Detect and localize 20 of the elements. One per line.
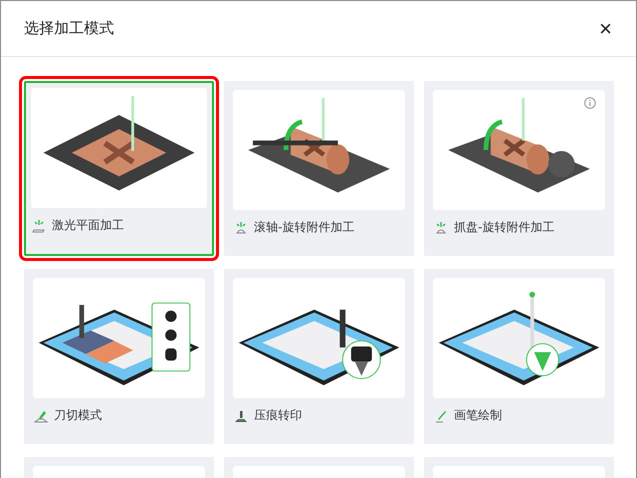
mode-label: 刀切模式 — [54, 407, 102, 424]
laser-beam-icon — [434, 220, 448, 234]
mode-label: 抓盘-旋转附件加工 — [454, 219, 554, 236]
mode-label: 画笔绘制 — [454, 407, 502, 424]
mode-card[interactable]: 刀切模式 — [24, 269, 214, 444]
mode-card[interactable]: 画笔绘制 — [424, 269, 614, 444]
laser-beam-icon — [32, 218, 46, 232]
mode-label: 激光平面加工 — [52, 217, 124, 234]
laser-beam-icon — [234, 220, 248, 234]
stamp-icon — [234, 408, 248, 422]
mode-label: 压痕转印 — [254, 407, 302, 424]
info-icon[interactable] — [584, 97, 596, 109]
blade-icon — [34, 408, 48, 422]
mode-label: 滚轴-旋转附件加工 — [254, 219, 354, 236]
dialog-title: 选择加工模式 — [24, 19, 114, 38]
pen-icon — [434, 408, 448, 422]
mode-card[interactable]: 抓盘-旋转附件加工 — [424, 81, 614, 256]
close-button[interactable]: × — [595, 18, 616, 40]
mode-card[interactable]: 滚轴-旋转附件加工 — [224, 81, 414, 256]
mode-card[interactable]: 压痕转印 — [224, 269, 414, 444]
